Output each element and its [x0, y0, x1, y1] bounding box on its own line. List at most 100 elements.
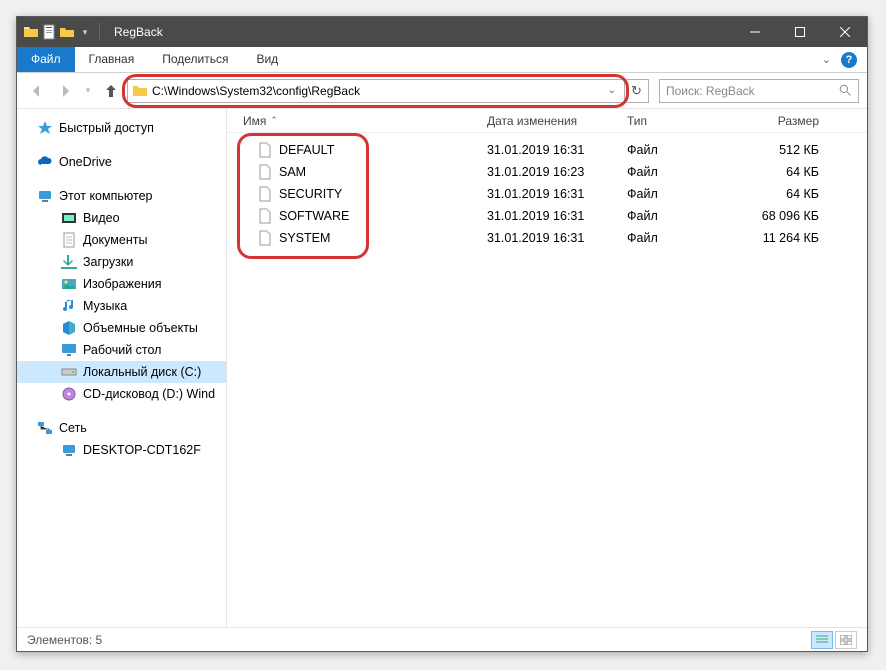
file-row[interactable]: SAM 31.01.2019 16:23Файл64 КБ — [227, 161, 867, 183]
explorer-window: ▾ RegBack Файл Главная Поделиться Вид ⌄ … — [16, 16, 868, 652]
file-list-pane: Имя⌃ Дата изменения Тип Размер DEFAULT 31… — [227, 109, 867, 627]
recent-dropdown[interactable]: ▾ — [81, 79, 95, 103]
file-size: 11 264 КБ — [737, 231, 837, 245]
file-icon — [257, 208, 273, 224]
file-row[interactable]: SOFTWARE 31.01.2019 16:31Файл68 096 КБ — [227, 205, 867, 227]
close-button[interactable] — [822, 17, 867, 47]
cube-icon — [61, 320, 77, 336]
column-date[interactable]: Дата изменения — [487, 114, 627, 128]
file-type: Файл — [627, 165, 737, 179]
file-date: 31.01.2019 16:31 — [487, 187, 627, 201]
sidebar-item-music[interactable]: Музыка — [17, 295, 226, 317]
file-name: DEFAULT — [279, 143, 334, 157]
sidebar-onedrive[interactable]: OneDrive — [17, 151, 226, 173]
up-button[interactable] — [99, 79, 123, 103]
navigation-pane: Быстрый доступ OneDrive Этот компьютер В… — [17, 109, 227, 627]
file-size: 512 КБ — [737, 143, 837, 157]
ribbon-expand-icon[interactable]: ⌄ — [822, 53, 831, 66]
file-size: 64 КБ — [737, 187, 837, 201]
back-button[interactable] — [25, 79, 49, 103]
file-row[interactable]: SYSTEM 31.01.2019 16:31Файл11 264 КБ — [227, 227, 867, 249]
downloads-icon — [61, 254, 77, 270]
sidebar-network-pc[interactable]: DESKTOP-CDT162F — [17, 439, 226, 461]
pc-icon — [37, 188, 53, 204]
window-title: RegBack — [110, 25, 732, 39]
tab-share[interactable]: Поделиться — [148, 47, 242, 72]
refresh-button[interactable]: ↻ — [625, 79, 649, 103]
sidebar-this-pc[interactable]: Этот компьютер — [17, 185, 226, 207]
file-type: Файл — [627, 143, 737, 157]
file-size: 64 КБ — [737, 165, 837, 179]
file-type: Файл — [627, 231, 737, 245]
properties-icon[interactable] — [41, 24, 57, 40]
sidebar-network[interactable]: Сеть — [17, 417, 226, 439]
network-icon — [37, 420, 53, 436]
cloud-icon — [37, 154, 53, 170]
qat-dropdown-icon[interactable]: ▾ — [77, 24, 93, 40]
file-type: Файл — [627, 209, 737, 223]
minimize-button[interactable] — [732, 17, 777, 47]
cd-icon — [61, 386, 77, 402]
sidebar-item-desktop[interactable]: Рабочий стол — [17, 339, 226, 361]
file-date: 31.01.2019 16:23 — [487, 165, 627, 179]
tab-file[interactable]: Файл — [17, 47, 75, 72]
sort-asc-icon: ⌃ — [270, 115, 278, 126]
file-type: Файл — [627, 187, 737, 201]
search-placeholder: Поиск: RegBack — [666, 84, 839, 98]
file-name: SOFTWARE — [279, 209, 349, 223]
tab-view[interactable]: Вид — [242, 47, 292, 72]
forward-button[interactable] — [53, 79, 77, 103]
sidebar-item-local-disk-c[interactable]: Локальный диск (C:) — [17, 361, 226, 383]
sidebar-quick-access[interactable]: Быстрый доступ — [17, 117, 226, 139]
ribbon-tabs: Файл Главная Поделиться Вид ⌄ ? — [17, 47, 867, 73]
view-icons-button[interactable] — [835, 631, 857, 649]
column-type[interactable]: Тип — [627, 114, 737, 128]
newfolder-icon[interactable] — [59, 24, 75, 40]
tab-home[interactable]: Главная — [75, 47, 149, 72]
maximize-button[interactable] — [777, 17, 822, 47]
sidebar-item-downloads[interactable]: Загрузки — [17, 251, 226, 273]
video-icon — [61, 210, 77, 226]
help-icon[interactable]: ? — [841, 52, 857, 68]
file-name: SAM — [279, 165, 306, 179]
file-icon — [257, 186, 273, 202]
column-size[interactable]: Размер — [737, 114, 837, 128]
address-dropdown-icon[interactable]: ⌄ — [604, 85, 620, 96]
file-name: SECURITY — [279, 187, 342, 201]
sidebar-item-documents[interactable]: Документы — [17, 229, 226, 251]
sidebar-item-cd-drive[interactable]: CD-дисковод (D:) Wind — [17, 383, 226, 405]
address-bar[interactable]: C:\Windows\System32\config\RegBack ⌄ — [127, 79, 625, 103]
file-date: 31.01.2019 16:31 — [487, 143, 627, 157]
file-row[interactable]: SECURITY 31.01.2019 16:31Файл64 КБ — [227, 183, 867, 205]
sidebar-item-pictures[interactable]: Изображения — [17, 273, 226, 295]
column-headers: Имя⌃ Дата изменения Тип Размер — [227, 109, 867, 133]
music-icon — [61, 298, 77, 314]
file-size: 68 096 КБ — [737, 209, 837, 223]
item-count: Элементов: 5 — [27, 633, 102, 647]
folder-icon — [23, 24, 39, 40]
pc-icon — [61, 442, 77, 458]
file-row[interactable]: DEFAULT 31.01.2019 16:31Файл512 КБ — [227, 139, 867, 161]
file-icon — [257, 164, 273, 180]
file-icon — [257, 142, 273, 158]
file-date: 31.01.2019 16:31 — [487, 209, 627, 223]
file-name: SYSTEM — [279, 231, 330, 245]
column-name[interactable]: Имя⌃ — [227, 114, 487, 128]
sidebar-item-3d[interactable]: Объемные объекты — [17, 317, 226, 339]
titlebar: ▾ RegBack — [17, 17, 867, 47]
file-icon — [257, 230, 273, 246]
search-icon — [839, 84, 852, 97]
navigation-bar: ▾ C:\Windows\System32\config\RegBack ⌄ ↻… — [17, 73, 867, 109]
star-icon — [37, 120, 53, 136]
address-path: C:\Windows\System32\config\RegBack — [152, 84, 604, 98]
file-date: 31.01.2019 16:31 — [487, 231, 627, 245]
sidebar-item-video[interactable]: Видео — [17, 207, 226, 229]
file-list: DEFAULT31.01.2019 16:31Файл512 КБSAM31.0… — [227, 133, 867, 249]
status-bar: Элементов: 5 — [17, 627, 867, 651]
search-input[interactable]: Поиск: RegBack — [659, 79, 859, 103]
folder-icon — [132, 83, 148, 99]
desktop-icon — [61, 342, 77, 358]
drive-icon — [61, 364, 77, 380]
view-details-button[interactable] — [811, 631, 833, 649]
documents-icon — [61, 232, 77, 248]
